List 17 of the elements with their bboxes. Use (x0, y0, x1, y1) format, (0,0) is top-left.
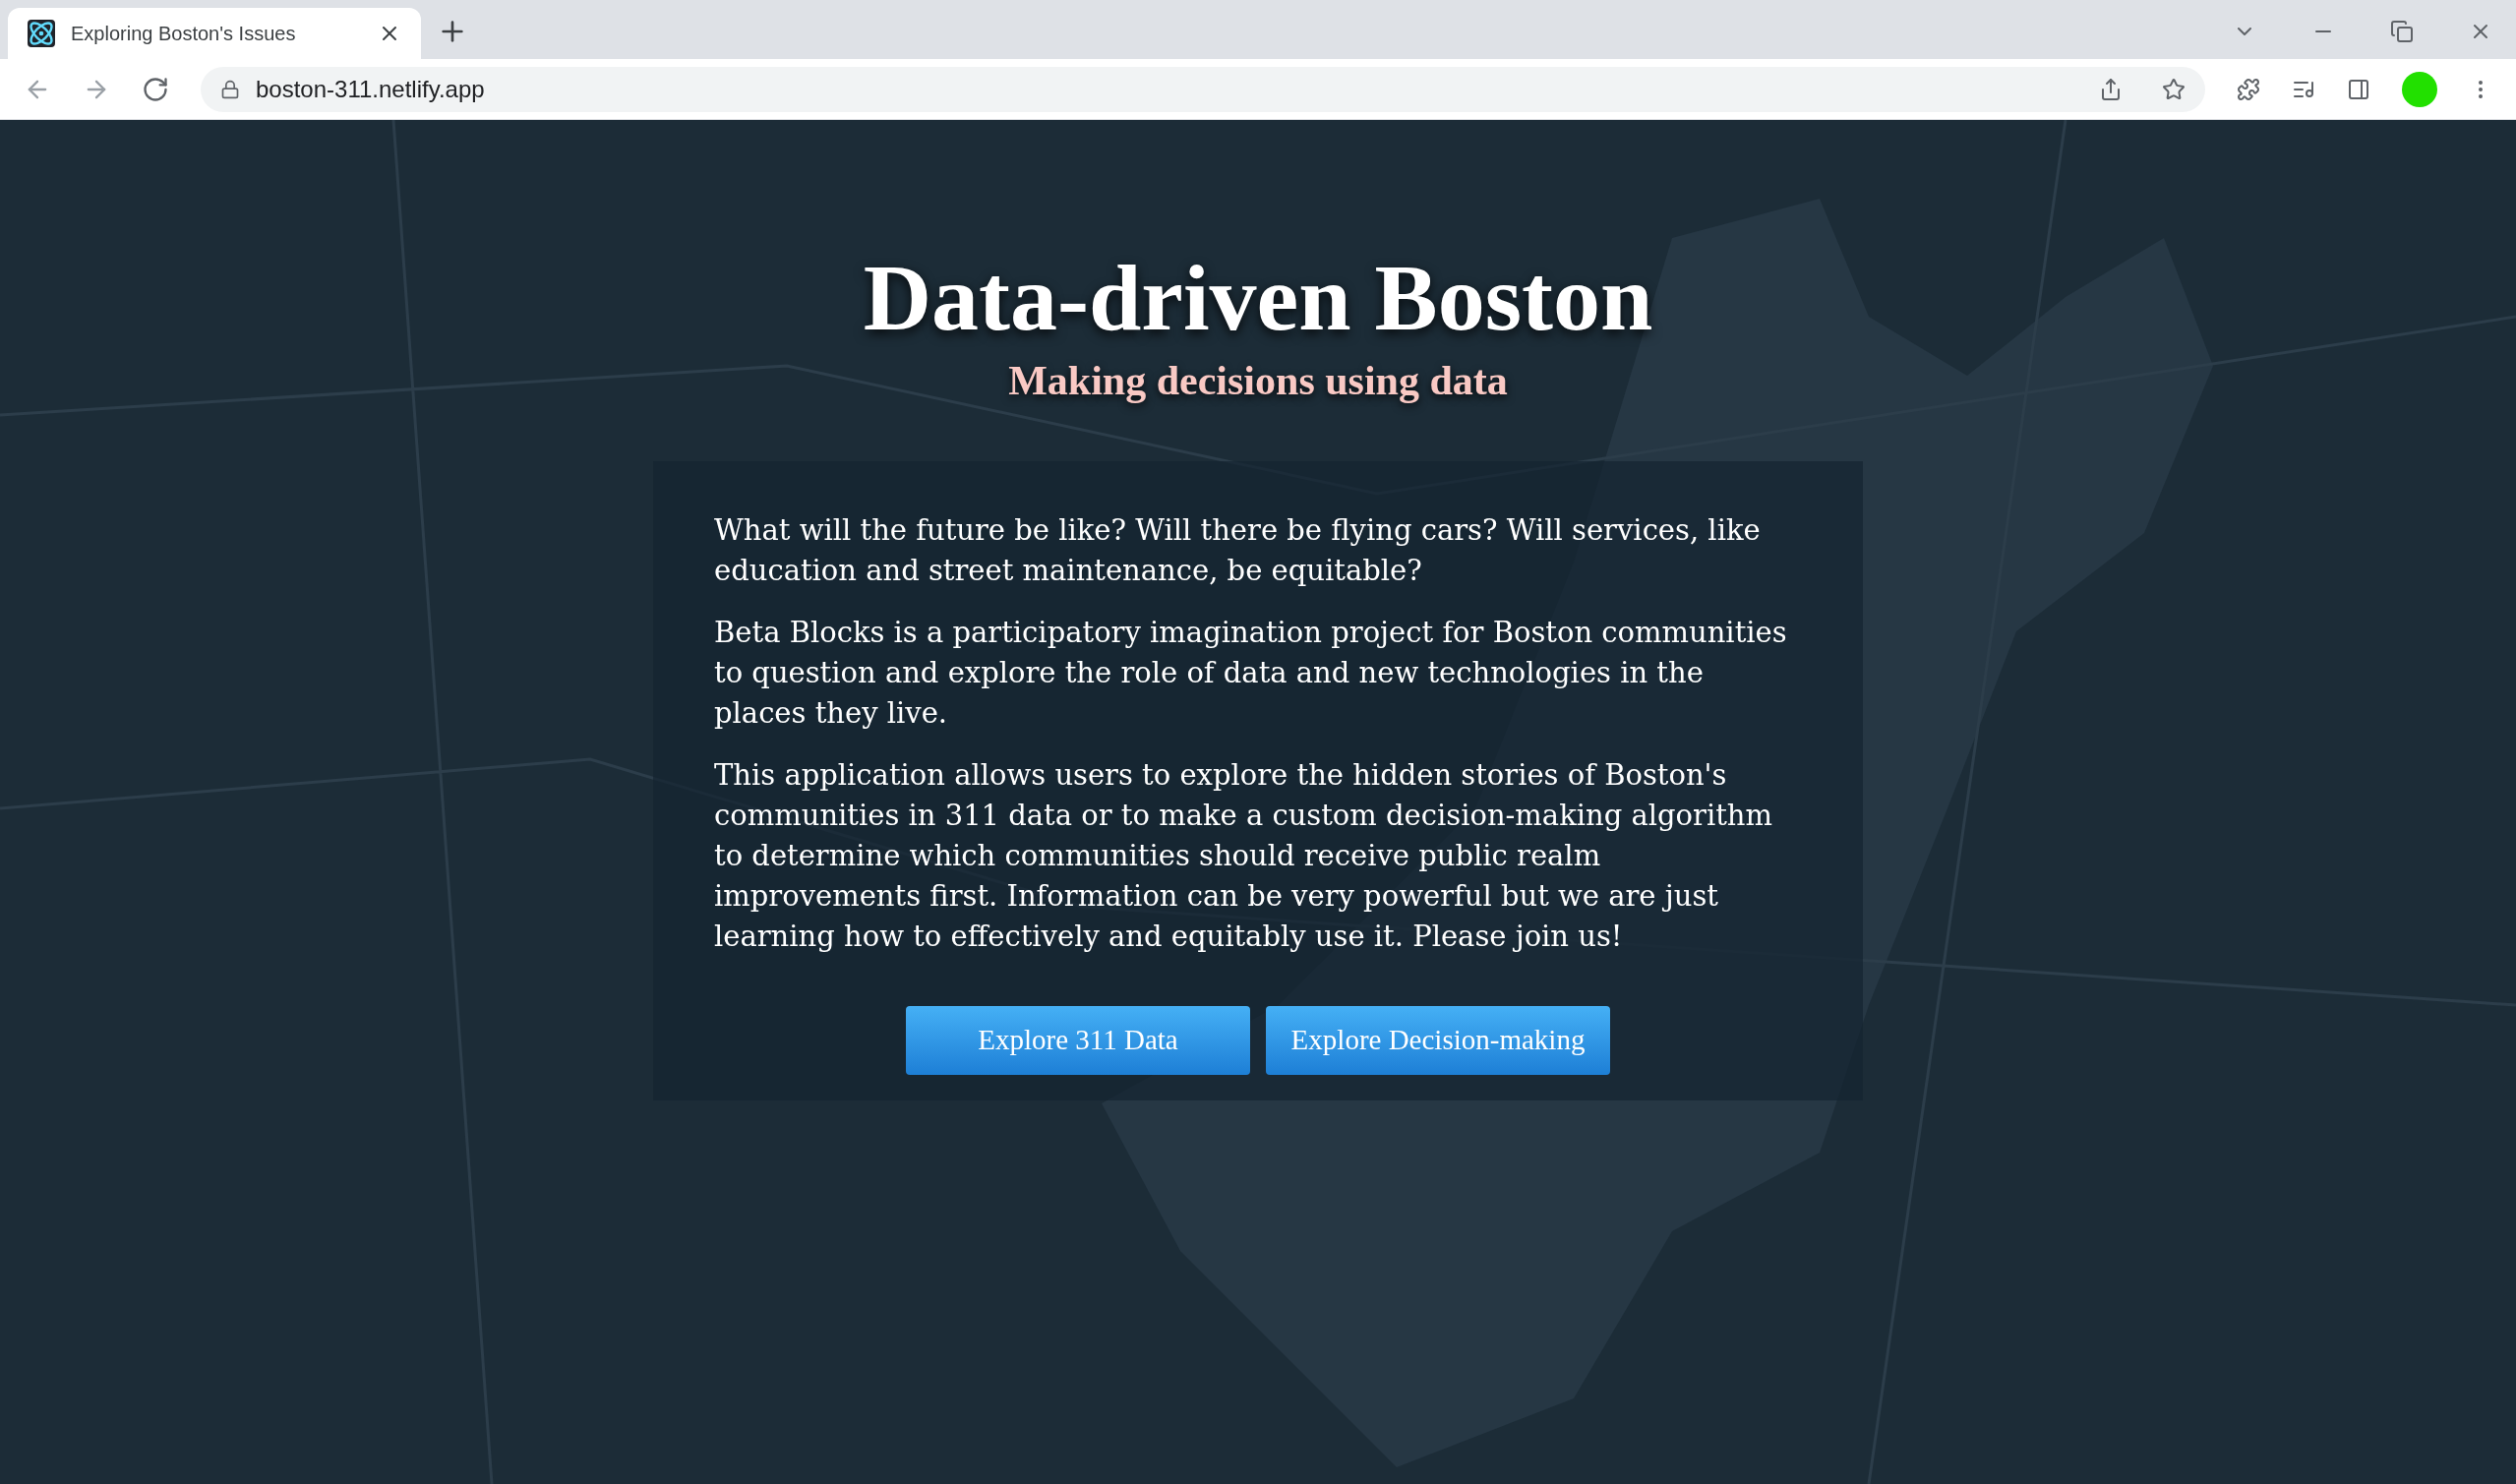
share-icon[interactable] (2099, 77, 2123, 101)
url-text: boston-311.netlify.app (256, 74, 486, 104)
browser-tab[interactable]: Exploring Boston's Issues (8, 8, 421, 59)
address-bar[interactable]: boston-311.netlify.app (201, 66, 2205, 112)
lock-icon (220, 79, 240, 99)
intro-paragraph: What will the future be like? Will there be flying cars? Will services, like education and street maintenance, be equitable? (714, 511, 1762, 589)
intro-paragraph: Beta Blocks is a participatory imagination project for Boston communities to question and explore the role of data and new technologies in the places they live. (714, 614, 1788, 732)
tab-title: Exploring Boston's Issues (71, 22, 297, 46)
reload-icon[interactable] (142, 75, 169, 103)
puzzle-icon[interactable] (2237, 77, 2260, 101)
restore-icon[interactable] (2390, 20, 2414, 43)
star-icon[interactable] (2162, 77, 2186, 101)
page-title: Data-driven Boston (863, 246, 1653, 350)
side-panel-icon[interactable] (2347, 77, 2370, 101)
intro-paragraph: This application allows users to explore the hidden stories of Boston's communities in 311 data or to make a custom decision-making algorithm to determine which communities should receive public realm improvements first. Information can be very powerful but we are just learning how to effectively and equitably use it. Please join us! (714, 756, 1774, 955)
atom-icon (28, 20, 55, 47)
page-subtitle: Making decisions using data (1008, 356, 1508, 405)
